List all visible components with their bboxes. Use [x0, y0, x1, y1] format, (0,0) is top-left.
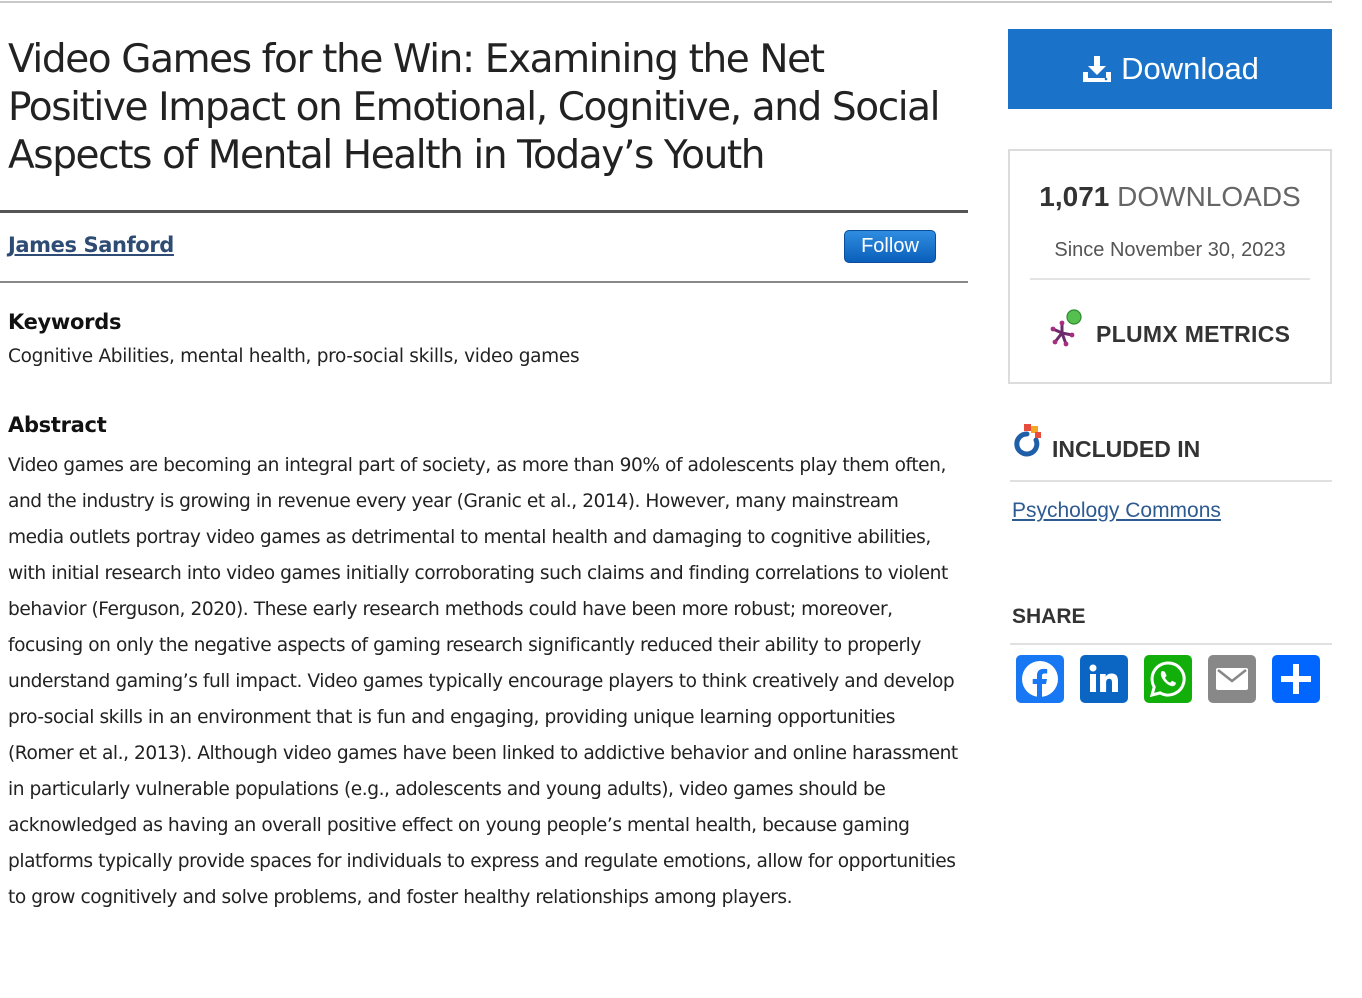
facebook-icon	[1022, 661, 1058, 697]
more-share-button[interactable]	[1272, 655, 1320, 703]
download-icon	[1083, 56, 1112, 82]
plumx-label: PLUMX METRICS	[1096, 321, 1291, 347]
share-divider	[1010, 643, 1332, 645]
top-divider	[0, 1, 1332, 3]
whatsapp-icon	[1149, 661, 1186, 698]
included-in-icon	[1014, 424, 1041, 457]
linkedin-icon	[1089, 664, 1118, 692]
paper-title: Video Games for the Win: Examining the N…	[8, 37, 941, 178]
included-in-label: INCLUDED IN	[1052, 436, 1201, 462]
facebook-share-button[interactable]	[1016, 655, 1064, 703]
abstract-heading: Abstract	[8, 413, 107, 437]
author-link[interactable]: James Sanford	[8, 233, 174, 257]
email-share-button[interactable]	[1208, 655, 1256, 703]
keywords-text: Cognitive Abilities, mental health, pro-…	[8, 346, 580, 367]
psychology-commons-link[interactable]: Psychology Commons	[1012, 499, 1221, 523]
linkedin-share-button[interactable]	[1080, 655, 1128, 703]
metrics-divider	[1030, 278, 1310, 280]
abstract-text: Video games are becoming an integral par…	[8, 455, 958, 908]
email-icon	[1216, 668, 1248, 690]
plumx-metrics-link[interactable]: PLUMX METRICS	[1044, 309, 1304, 353]
download-button[interactable]: Download	[1008, 29, 1332, 109]
included-in-header: INCLUDED IN	[1010, 422, 1332, 482]
share-label: SHARE	[1012, 605, 1086, 628]
downloads-count: 1,071 DOWNLOADS	[1010, 181, 1330, 213]
share-plus-icon	[1281, 664, 1311, 694]
plumx-icon	[1050, 309, 1082, 347]
downloads-label: DOWNLOADS	[1117, 181, 1301, 212]
download-label: Download	[1121, 51, 1259, 86]
keywords-heading: Keywords	[8, 310, 122, 334]
included-divider	[1010, 480, 1332, 482]
downloads-number: 1,071	[1039, 181, 1110, 212]
author-divider	[0, 281, 968, 283]
downloads-since: Since November 30, 2023	[1054, 239, 1286, 261]
follow-button[interactable]: Follow	[844, 230, 936, 263]
author-row: James Sanford Follow	[8, 230, 952, 266]
title-divider	[0, 210, 968, 213]
share-icons	[1016, 655, 1336, 703]
whatsapp-share-button[interactable]	[1144, 655, 1192, 703]
metrics-box: 1,071 DOWNLOADS Since November 30, 2023 …	[1008, 149, 1332, 384]
